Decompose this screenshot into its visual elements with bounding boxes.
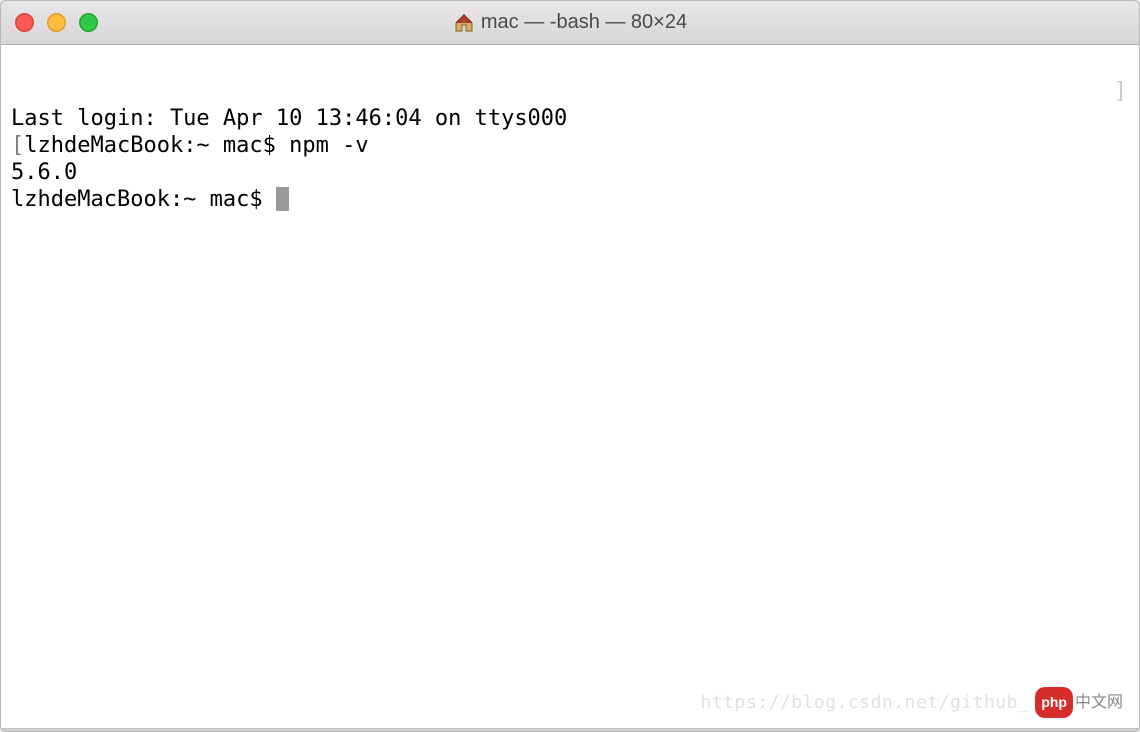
last-login-line: Last login: Tue Apr 10 13:46:04 on ttys0… — [11, 105, 1129, 132]
traffic-lights — [1, 13, 98, 32]
command-line-2: lzhdeMacBook:~ mac$ — [11, 186, 1129, 213]
terminal-window: mac — -bash — 80×24 Last login: Tue Apr … — [0, 0, 1140, 732]
bracket-right: ] — [1114, 78, 1127, 105]
php-badge: php — [1035, 687, 1073, 718]
home-icon — [453, 12, 475, 34]
watermark-cn: 中文网 — [1075, 689, 1123, 716]
window-title: mac — -bash — 80×24 — [481, 11, 687, 34]
bottom-border — [1, 728, 1139, 731]
prompt-1: lzhdeMacBook:~ mac$ — [24, 133, 289, 158]
bracket-left: [ — [11, 133, 24, 158]
terminal-body[interactable]: Last login: Tue Apr 10 13:46:04 on ttys0… — [1, 45, 1139, 728]
command-1: npm -v — [289, 133, 368, 158]
output-line-1: 5.6.0 — [11, 159, 1129, 186]
zoom-button[interactable] — [79, 13, 98, 32]
watermark-badge: php 中文网 — [1035, 687, 1123, 718]
watermark-url: https://blog.csdn.net/github_ — [701, 689, 1030, 716]
title-container: mac — -bash — 80×24 — [1, 11, 1139, 34]
minimize-button[interactable] — [47, 13, 66, 32]
prompt-2: lzhdeMacBook:~ mac$ — [11, 187, 276, 212]
cursor — [276, 187, 289, 211]
watermark: https://blog.csdn.net/github_ php 中文网 — [701, 687, 1123, 718]
command-line-1: [lzhdeMacBook:~ mac$ npm -v — [11, 132, 1129, 159]
close-button[interactable] — [15, 13, 34, 32]
titlebar[interactable]: mac — -bash — 80×24 — [1, 1, 1139, 45]
